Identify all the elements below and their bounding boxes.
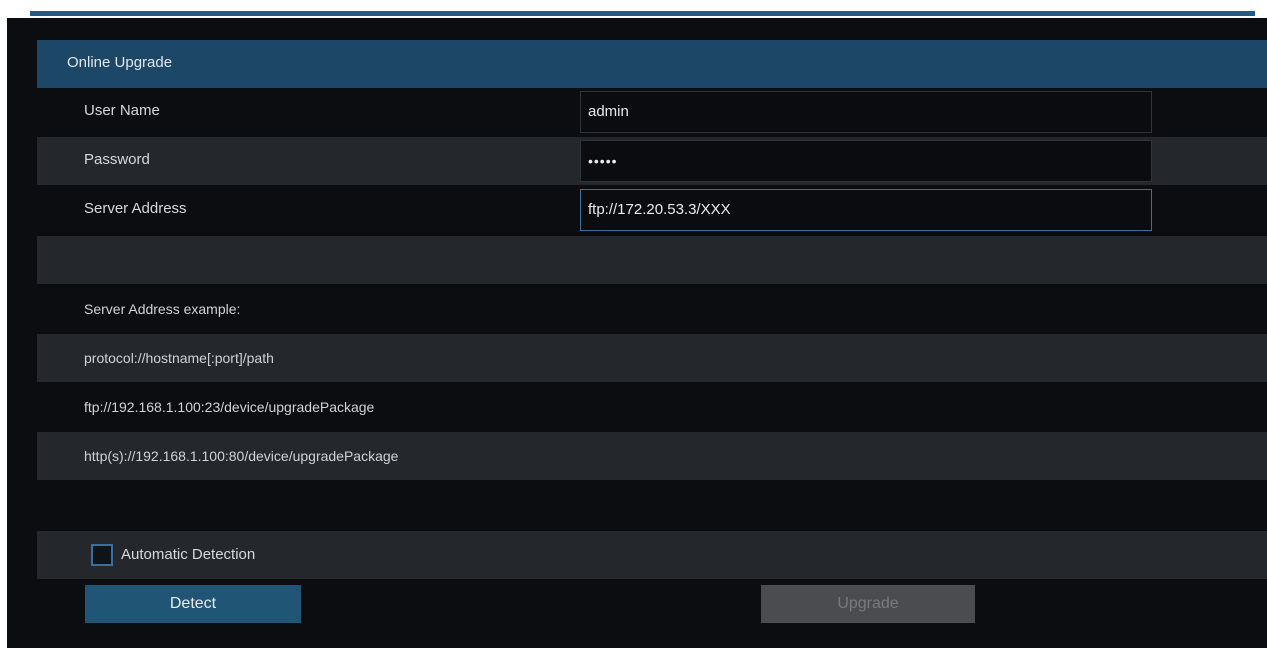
username-row: User Name admin — [37, 88, 1267, 136]
example-heading: Server Address example: — [84, 301, 241, 317]
auto-detect-checkbox[interactable] — [91, 544, 113, 566]
section-title: Online Upgrade — [67, 54, 173, 71]
example-heading-row: Server Address example: — [37, 285, 1267, 333]
top-accent-line — [30, 11, 1255, 16]
username-label: User Name — [84, 102, 160, 119]
password-field[interactable]: ••••• — [580, 140, 1152, 182]
auto-detect-row: Automatic Detection — [37, 531, 1267, 579]
server-address-row: Server Address ftp://172.20.53.3/XXX — [37, 186, 1267, 234]
example-text: http(s)://192.168.1.100:80/device/upgrad… — [84, 448, 399, 464]
password-row: Password ••••• — [37, 137, 1267, 185]
example-row: http(s)://192.168.1.100:80/device/upgrad… — [37, 432, 1267, 480]
example-row: ftp://192.168.1.100:23/device/upgradePac… — [37, 383, 1267, 431]
section-header: Online Upgrade — [37, 40, 1267, 88]
example-text: ftp://192.168.1.100:23/device/upgradePac… — [84, 399, 375, 415]
server-address-label: Server Address — [84, 200, 187, 217]
upgrade-button[interactable]: Upgrade — [761, 585, 975, 623]
detect-button[interactable]: Detect — [85, 585, 301, 623]
server-address-field[interactable]: ftp://172.20.53.3/XXX — [580, 189, 1152, 231]
auto-detect-label[interactable]: Automatic Detection — [121, 546, 255, 563]
example-row: protocol://hostname[:port]/path — [37, 334, 1267, 382]
username-field[interactable]: admin — [580, 91, 1152, 133]
spacer-row — [37, 236, 1267, 284]
spacer-row — [37, 482, 1267, 530]
example-text: protocol://hostname[:port]/path — [84, 350, 274, 366]
password-label: Password — [84, 151, 150, 168]
